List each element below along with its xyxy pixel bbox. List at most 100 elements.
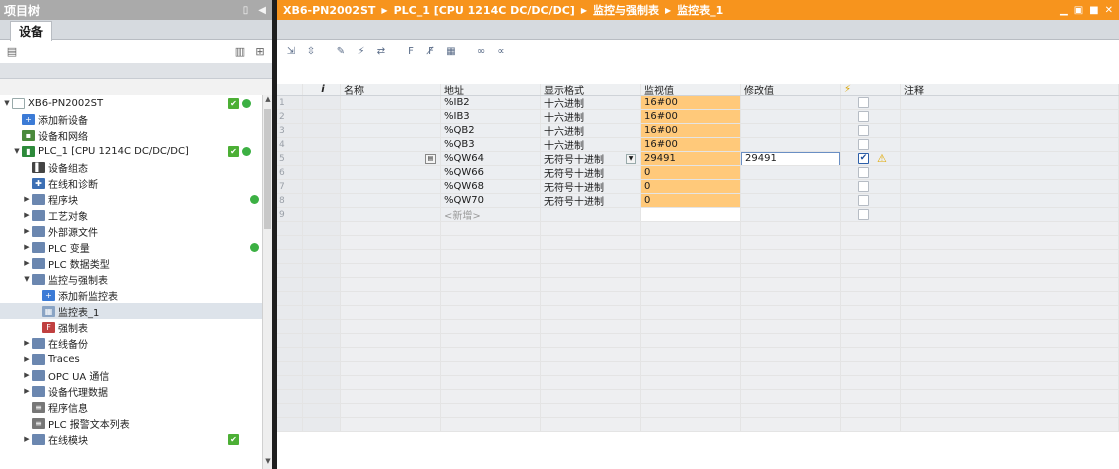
tree-item[interactable]: ▪ 设备和网络: [0, 127, 262, 143]
modify-flag-cell[interactable]: [841, 96, 901, 109]
format-cell[interactable]: 无符号十进制: [541, 166, 641, 179]
modify-flag-cell[interactable]: [841, 138, 901, 151]
tree-item[interactable]: + 添加新监控表: [0, 287, 262, 303]
table-row[interactable]: 7 %QW68 无符号十进制 0: [277, 180, 1119, 194]
show-columns-icon[interactable]: ▦: [443, 44, 459, 60]
tree-item[interactable]: ▌ 设备组态: [0, 159, 262, 175]
modify-checkbox[interactable]: [858, 111, 869, 122]
modify-value-cell[interactable]: 29491: [741, 152, 841, 165]
name-cell[interactable]: [341, 180, 441, 193]
address-cell[interactable]: %IB2: [441, 96, 541, 109]
tree-item[interactable]: F 强制表: [0, 319, 262, 335]
name-cell[interactable]: [341, 138, 441, 151]
modify-trigger-icon[interactable]: ⚡: [353, 44, 369, 60]
modify-flag-cell[interactable]: [841, 180, 901, 193]
expand-toggle-icon[interactable]: ▶: [22, 259, 32, 267]
tree-view-icon[interactable]: ▥: [232, 44, 248, 60]
comment-cell[interactable]: [901, 166, 1119, 179]
tree-item[interactable]: ▶ 工艺对象: [0, 207, 262, 223]
tree-item[interactable]: ▶ PLC 数据类型: [0, 255, 262, 271]
expand-toggle-icon[interactable]: ▶: [22, 195, 32, 203]
tree-scrollbar[interactable]: ▲ ▼: [262, 95, 272, 469]
modify-flag-cell[interactable]: [841, 110, 901, 123]
show-overview-icon[interactable]: ▤: [4, 44, 20, 60]
scroll-thumb[interactable]: [264, 109, 271, 229]
tree-item[interactable]: + 添加新设备: [0, 111, 262, 127]
modify-value-cell[interactable]: [741, 194, 841, 207]
tree-item[interactable]: ✚ 在线和诊断: [0, 175, 262, 191]
address-cell[interactable]: %QW64: [441, 152, 541, 165]
table-row[interactable]: 5 ▤ %QW64无符号十进制 ▼ 2949129491 ⚠: [277, 152, 1119, 166]
minimize-icon[interactable]: ▁: [1060, 5, 1068, 16]
modify-value-cell[interactable]: [741, 180, 841, 193]
format-cell[interactable]: 无符号十进制: [541, 180, 641, 193]
expand-toggle-icon[interactable]: ▶: [22, 227, 32, 235]
name-cell[interactable]: [341, 110, 441, 123]
address-cell[interactable]: %IB3: [441, 110, 541, 123]
modify-value-cell[interactable]: [741, 138, 841, 151]
panel-pin-icon[interactable]: ▯: [243, 5, 249, 16]
expand-toggle-icon[interactable]: ▼: [12, 147, 22, 155]
tree-item[interactable]: ▼ ▮ PLC_1 [CPU 1214C DC/DC/DC] ✔: [0, 143, 262, 159]
modify-flag-cell[interactable]: [841, 124, 901, 137]
modify-checkbox[interactable]: [858, 97, 869, 108]
name-cell[interactable]: ▤: [341, 152, 441, 165]
table-row[interactable]: 9 <新增>: [277, 208, 1119, 222]
expand-toggle-icon[interactable]: ▶: [22, 387, 32, 395]
comment-cell[interactable]: [901, 152, 1119, 165]
tree-item[interactable]: ▶ 程序块: [0, 191, 262, 207]
expand-toggle-icon[interactable]: ▶: [22, 339, 32, 347]
address-column-header[interactable]: 地址: [441, 84, 541, 95]
modify-value-cell[interactable]: [741, 208, 841, 221]
modify-value-input[interactable]: 29491: [741, 152, 840, 165]
tree-add-icon[interactable]: ⊞: [252, 44, 268, 60]
close-icon[interactable]: ✕: [1105, 5, 1113, 16]
breadcrumb-item[interactable]: XB6-PN2002ST: [283, 4, 375, 17]
modify-checkbox[interactable]: [858, 125, 869, 136]
tree-item[interactable]: ▶ PLC 变量: [0, 239, 262, 255]
format-cell[interactable]: [541, 208, 641, 221]
tree-item[interactable]: ▶ 设备代理数据: [0, 383, 262, 399]
comment-cell[interactable]: [901, 194, 1119, 207]
name-cell[interactable]: [341, 166, 441, 179]
tree-item[interactable]: ▶ Traces: [0, 351, 262, 367]
address-cell[interactable]: <新增>: [441, 208, 541, 221]
table-row[interactable]: 6 %QW66 无符号十进制 0: [277, 166, 1119, 180]
restore-icon[interactable]: ▣: [1074, 5, 1083, 16]
tab-devices[interactable]: 设备: [10, 21, 52, 41]
insert-row-icon[interactable]: ⇲: [283, 44, 299, 60]
breadcrumb-item[interactable]: 监控与强制表: [593, 2, 659, 18]
format-dropdown-icon[interactable]: ▼: [626, 153, 636, 164]
modify-value-cell[interactable]: [741, 110, 841, 123]
modify-value-cell[interactable]: [741, 166, 841, 179]
modify-column-header[interactable]: 修改值: [741, 84, 841, 95]
monitor-all-icon[interactable]: ∞: [473, 44, 489, 60]
table-row[interactable]: 1 %IB2 十六进制 16#00: [277, 96, 1119, 110]
tree-item[interactable]: ▦ 监控表_1: [0, 303, 262, 319]
name-cell[interactable]: [341, 208, 441, 221]
expand-toggle-icon[interactable]: ▶: [22, 211, 32, 219]
modify-flag-cell[interactable]: [841, 194, 901, 207]
name-cell[interactable]: [341, 194, 441, 207]
address-cell[interactable]: %QW68: [441, 180, 541, 193]
modify-checkbox[interactable]: [858, 139, 869, 150]
modify-flag-cell[interactable]: [841, 166, 901, 179]
modify-value-cell[interactable]: [741, 96, 841, 109]
tree-item[interactable]: ≡ PLC 报警文本列表: [0, 415, 262, 431]
comment-cell[interactable]: [901, 124, 1119, 137]
format-cell[interactable]: 无符号十进制 ▼: [541, 152, 641, 165]
name-cell[interactable]: [341, 124, 441, 137]
tree-item[interactable]: ▶ 在线备份: [0, 335, 262, 351]
table-row[interactable]: 4 %QB3 十六进制 16#00: [277, 138, 1119, 152]
comment-cell[interactable]: [901, 110, 1119, 123]
comment-cell[interactable]: [901, 180, 1119, 193]
format-cell[interactable]: 无符号十进制: [541, 194, 641, 207]
address-cell[interactable]: %QB3: [441, 138, 541, 151]
maximize-icon[interactable]: ■: [1089, 5, 1098, 16]
expand-toggle-icon[interactable]: ▼: [2, 99, 12, 107]
expand-toggle-icon[interactable]: ▼: [22, 275, 32, 283]
comment-column-header[interactable]: 注释: [901, 84, 1119, 95]
format-cell[interactable]: 十六进制: [541, 124, 641, 137]
tree-item[interactable]: ▼ 监控与强制表: [0, 271, 262, 287]
add-row-icon[interactable]: ⇳: [303, 44, 319, 60]
